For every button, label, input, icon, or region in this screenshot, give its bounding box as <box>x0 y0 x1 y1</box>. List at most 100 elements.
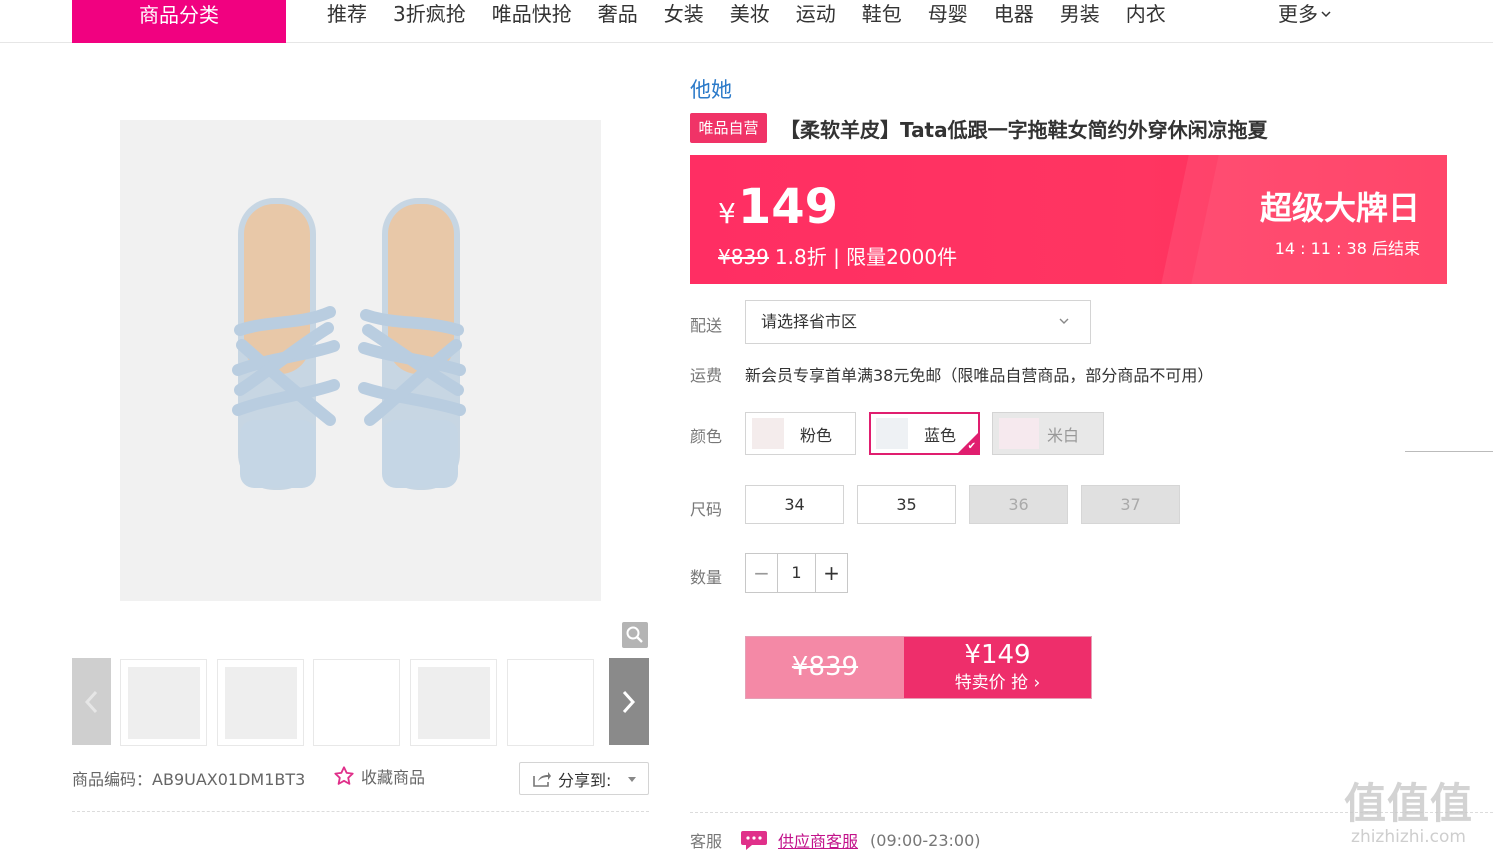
chevron-left-icon <box>84 690 98 714</box>
product-code: 商品编码：AB9UAX01DM1BT3 <box>72 766 305 790</box>
nav-item[interactable]: 推荐 <box>327 0 367 28</box>
buy-now-button[interactable]: ¥149 特卖价 抢 › <box>904 637 1091 698</box>
color-option-label: 米白 <box>1047 426 1080 445</box>
nav-item[interactable]: 奢品 <box>598 0 638 28</box>
service-hours: (09:00-23:00) <box>870 830 981 850</box>
color-option-beige[interactable]: 米白 <box>992 412 1104 455</box>
shipping-info: 新会员专享首单满38元免邮（限唯品自营商品，部分商品不可用） <box>745 366 1214 385</box>
color-option-label: 蓝色 <box>924 426 957 445</box>
favorite-label: 收藏商品 <box>361 768 426 787</box>
product-title: 【柔软羊皮】Tata低跟一字拖鞋女简约外穿休闲凉拖夏 <box>780 118 1268 142</box>
color-swatch <box>999 418 1039 449</box>
divider <box>72 811 649 812</box>
size-option[interactable]: 35 <box>857 485 956 524</box>
divider <box>1405 451 1493 452</box>
share-dropdown[interactable]: 分享到: <box>519 762 649 795</box>
product-code-label: 商品编码： <box>72 770 153 789</box>
thumbnail[interactable] <box>410 659 497 746</box>
product-main-image[interactable] <box>120 120 601 601</box>
thumbnail-image <box>225 667 297 739</box>
color-label: 颜色 <box>690 427 723 446</box>
original-price: ¥839 <box>718 245 769 269</box>
buy-button-group: ¥839 ¥149 特卖价 抢 › <box>745 636 1092 699</box>
delivery-label: 配送 <box>690 316 723 335</box>
color-option-label: 粉色 <box>800 426 833 445</box>
chevron-down-icon <box>1059 318 1069 324</box>
price-details: ¥839 1.8折 | 限量2000件 <box>718 241 957 270</box>
category-menu-button[interactable]: 商品分类 <box>72 0 286 43</box>
nav-item[interactable]: 运动 <box>796 0 836 28</box>
nav-item[interactable]: 美妆 <box>730 0 770 28</box>
price-value: 149 <box>737 179 839 235</box>
brand-link[interactable]: 他她 <box>690 74 732 104</box>
self-operated-badge: 唯品自营 <box>690 113 767 143</box>
thumbnail-image <box>128 667 200 739</box>
color-option-blue[interactable]: 蓝色 ✔ <box>869 412 980 455</box>
color-swatch <box>752 418 784 449</box>
chat-icon <box>741 831 767 850</box>
watermark-domain: zhizhizhi.com <box>1351 827 1466 847</box>
color-option-pink[interactable]: 粉色 <box>745 412 856 455</box>
quantity-increment-button[interactable]: + <box>816 554 847 592</box>
shipping-label: 运费 <box>690 366 723 385</box>
thumbnail[interactable] <box>217 659 304 746</box>
thumbnail-image <box>321 667 393 739</box>
caret-down-icon <box>628 777 636 782</box>
color-swatch <box>876 418 908 449</box>
thumbnail-image <box>418 667 490 739</box>
thumbnail-image <box>515 667 587 739</box>
size-label: 尺码 <box>690 500 723 519</box>
quantity-stepper: − 1 + <box>745 553 848 593</box>
favorite-button[interactable]: 收藏商品 <box>333 764 425 788</box>
nav-item[interactable]: 女装 <box>664 0 704 28</box>
nav-item[interactable]: 电器 <box>994 0 1034 28</box>
customer-service-row: 客服 供应商客服 (09:00-23:00) <box>690 828 981 851</box>
nav-item[interactable]: 鞋包 <box>862 0 902 28</box>
size-option[interactable]: 36 <box>969 485 1068 524</box>
nav-item[interactable]: 3折疯抢 <box>393 0 466 28</box>
quantity-label: 数量 <box>690 568 723 587</box>
zoom-button[interactable] <box>622 622 648 648</box>
buy-original-price-value: ¥839 <box>791 652 859 682</box>
supplier-service-link[interactable]: 供应商客服 <box>778 828 858 851</box>
star-icon <box>334 766 354 785</box>
current-price: ¥ 149 <box>718 179 838 235</box>
price-banner: ¥ 149 ¥839 1.8折 | 限量2000件 超级大牌日 14 : 11 :… <box>690 155 1447 284</box>
nav-item[interactable]: 唯品快抢 <box>492 0 572 28</box>
buy-price: ¥149 <box>964 640 1031 670</box>
discount-info: 1.8折 | 限量2000件 <box>774 245 958 269</box>
region-select-placeholder: 请选择省市区 <box>761 312 858 331</box>
watermark: 值值值 zhizhizhi.com <box>1344 770 1473 847</box>
nav-item[interactable]: 母婴 <box>928 0 968 28</box>
currency-symbol: ¥ <box>718 197 736 230</box>
nav-item[interactable]: 男装 <box>1060 0 1100 28</box>
quantity-decrement-button[interactable]: − <box>746 554 777 592</box>
magnifier-icon <box>626 626 643 643</box>
nav-item[interactable]: 内衣 <box>1126 0 1166 28</box>
buy-action-label: 特卖价 抢 › <box>954 673 1041 693</box>
chevron-down-icon <box>1321 11 1331 18</box>
share-icon <box>533 771 551 787</box>
thumbnail[interactable] <box>120 659 207 746</box>
sandals-image <box>232 198 466 490</box>
size-option[interactable]: 37 <box>1081 485 1180 524</box>
watermark-logo: 值值值 <box>1344 779 1474 828</box>
size-option[interactable]: 34 <box>745 485 844 524</box>
nav-items: 推荐 3折疯抢 唯品快抢 奢品 女装 美妆 运动 鞋包 母婴 电器 男装 内衣 <box>314 0 1179 28</box>
product-code-value: AB9UAX01DM1BT3 <box>152 770 306 789</box>
countdown-timer: 14 : 11 : 38 后结束 <box>1274 239 1420 258</box>
nav-more-label: 更多 <box>1278 2 1318 26</box>
check-icon: ✔ <box>967 441 976 452</box>
thumbnail-prev-button[interactable] <box>72 658 111 745</box>
event-title: 超级大牌日 <box>1259 189 1420 227</box>
chevron-right-icon <box>622 690 636 714</box>
region-select[interactable]: 请选择省市区 <box>745 300 1091 344</box>
thumbnail-next-button[interactable] <box>609 658 649 745</box>
thumbnail[interactable] <box>313 659 400 746</box>
thumbnail[interactable] <box>507 659 594 746</box>
top-navigation: 商品分类 推荐 3折疯抢 唯品快抢 奢品 女装 美妆 运动 鞋包 母婴 电器 男… <box>0 0 1493 43</box>
quantity-input[interactable]: 1 <box>777 554 816 592</box>
share-label: 分享到: <box>558 770 612 790</box>
customer-service-label: 客服 <box>690 832 723 851</box>
nav-more-menu[interactable]: 更多 <box>1278 0 1331 28</box>
